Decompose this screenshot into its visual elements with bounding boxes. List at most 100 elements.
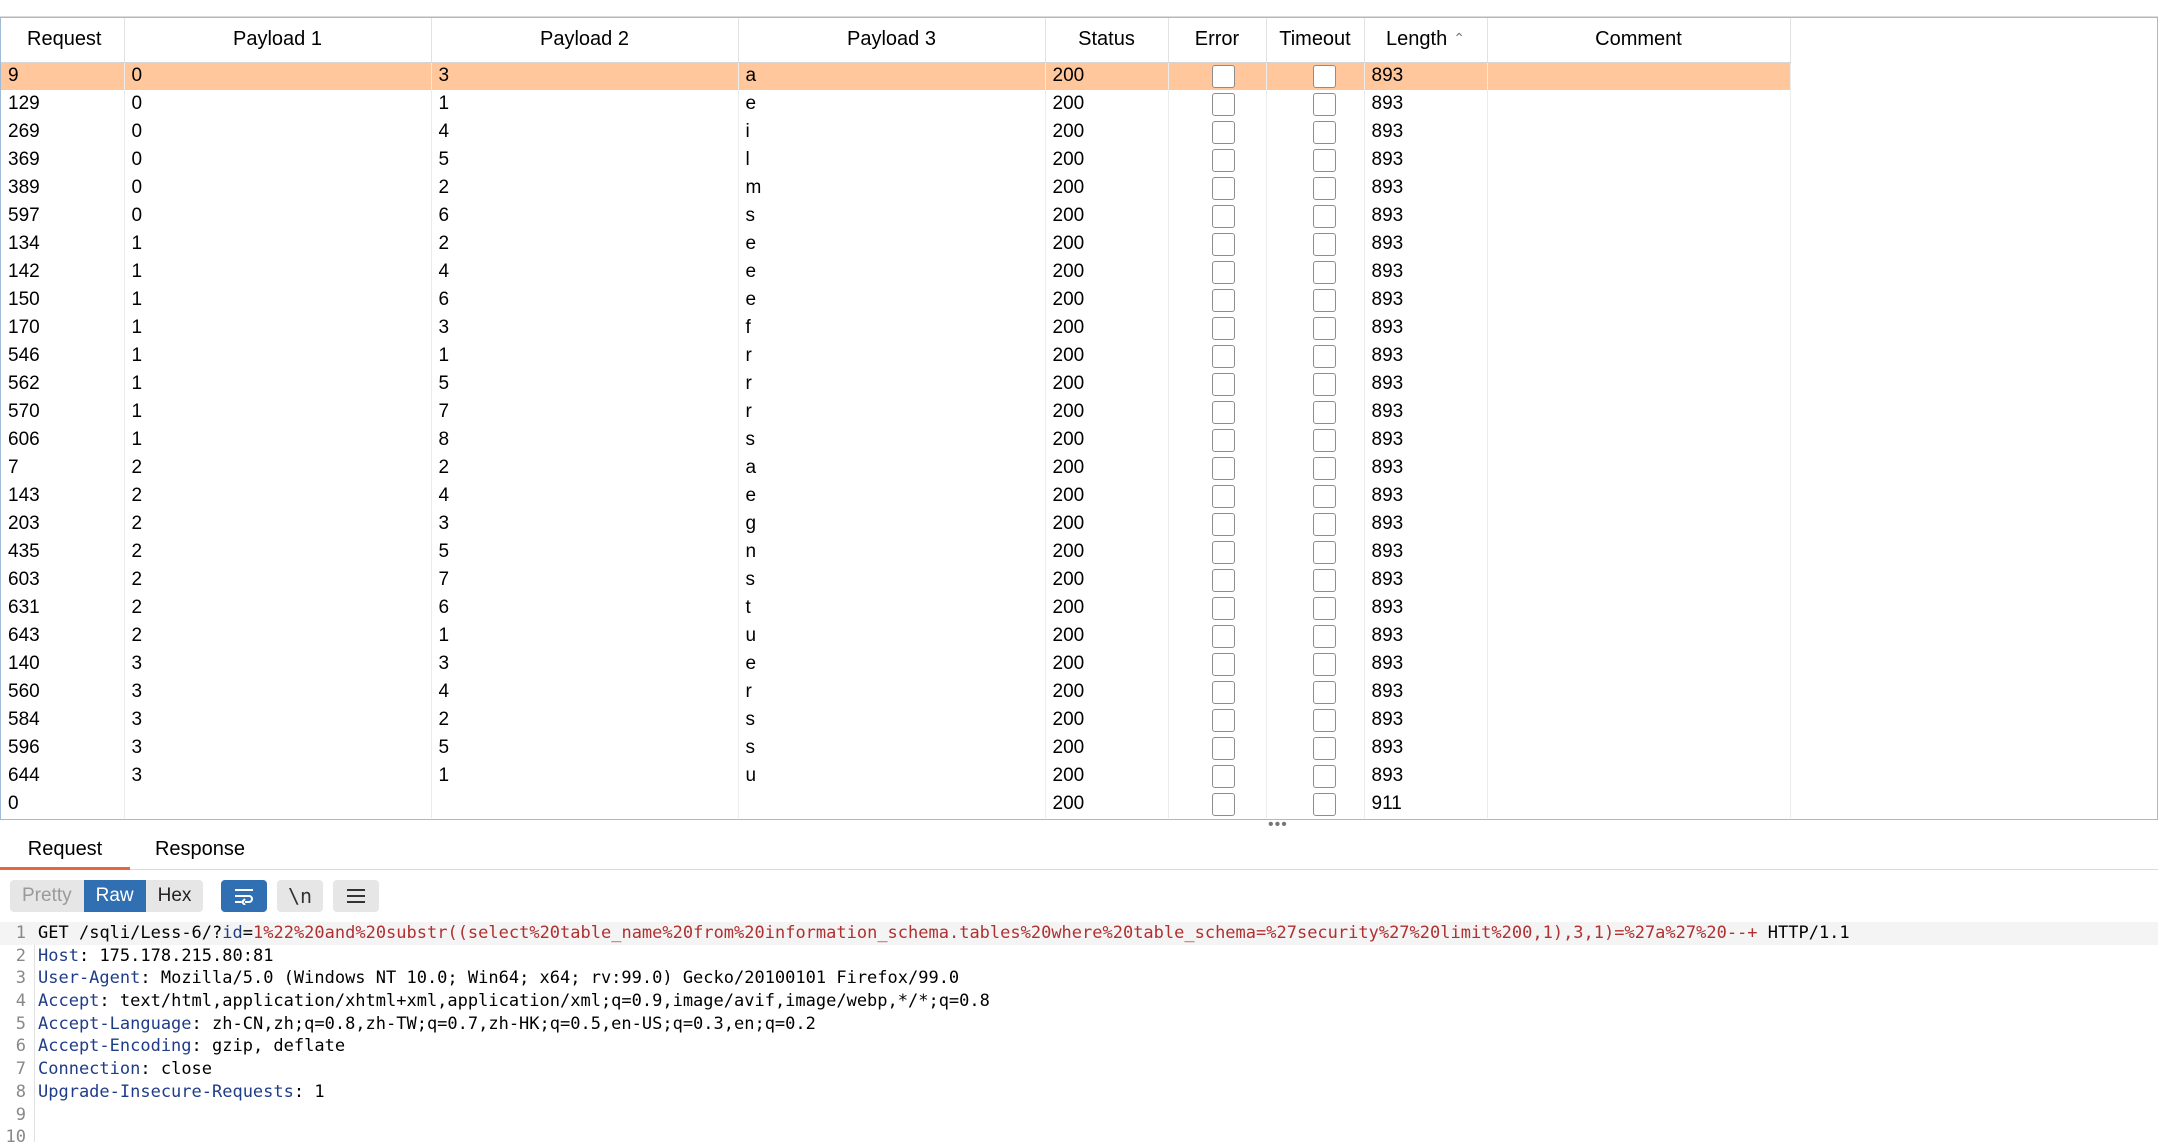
tab-request[interactable]: Request (0, 830, 130, 870)
error-checkbox[interactable] (1211, 316, 1235, 340)
column-header-request[interactable]: Request (1, 18, 125, 63)
timeout-checkbox[interactable] (1312, 568, 1336, 592)
table-row[interactable]: 203 2 3 g 200 893 (1, 510, 1791, 538)
table-row[interactable]: 389 0 2 m 200 893 (1, 174, 1791, 202)
menu-button[interactable] (333, 880, 379, 912)
error-checkbox[interactable] (1211, 344, 1235, 368)
timeout-checkbox[interactable] (1312, 596, 1336, 620)
table-row[interactable]: 9 0 3 a 200 893 (1, 62, 1791, 90)
cell-comment[interactable] (1487, 566, 1791, 594)
cell-comment[interactable] (1487, 706, 1791, 734)
column-header-timeout[interactable]: Timeout (1266, 18, 1365, 63)
error-checkbox[interactable] (1211, 736, 1235, 760)
column-header-length[interactable]: Length ⌃ (1364, 18, 1488, 63)
error-checkbox[interactable] (1211, 764, 1235, 788)
timeout-checkbox[interactable] (1312, 680, 1336, 704)
timeout-checkbox[interactable] (1312, 92, 1336, 116)
column-header-status[interactable]: Status (1045, 18, 1169, 63)
cell-comment[interactable] (1487, 426, 1791, 454)
cell-comment[interactable] (1487, 734, 1791, 762)
error-checkbox[interactable] (1211, 680, 1235, 704)
error-checkbox[interactable] (1211, 232, 1235, 256)
cell-comment[interactable] (1487, 510, 1791, 538)
table-row[interactable]: 129 0 1 e 200 893 (1, 90, 1791, 118)
timeout-checkbox[interactable] (1312, 400, 1336, 424)
timeout-checkbox[interactable] (1312, 344, 1336, 368)
error-checkbox[interactable] (1211, 288, 1235, 312)
error-checkbox[interactable] (1211, 512, 1235, 536)
cell-comment[interactable] (1487, 146, 1791, 174)
table-row[interactable]: 584 3 2 s 200 893 (1, 706, 1791, 734)
cell-comment[interactable] (1487, 230, 1791, 258)
cell-comment[interactable] (1487, 118, 1791, 146)
table-row[interactable]: 7 2 2 a 200 893 (1, 454, 1791, 482)
error-checkbox[interactable] (1211, 92, 1235, 116)
column-header-comment[interactable]: Comment (1487, 18, 1791, 63)
cell-comment[interactable] (1487, 622, 1791, 650)
table-row[interactable]: 134 1 2 e 200 893 (1, 230, 1791, 258)
error-checkbox[interactable] (1211, 596, 1235, 620)
table-row[interactable]: 142 1 4 e 200 893 (1, 258, 1791, 286)
table-row[interactable]: 644 3 1 u 200 893 (1, 762, 1791, 790)
timeout-checkbox[interactable] (1312, 764, 1336, 788)
drag-handle-icon[interactable]: ••• (1268, 817, 1288, 833)
hex-button[interactable]: Hex (146, 880, 204, 912)
column-header-payload-2[interactable]: Payload 2 (431, 18, 739, 63)
word-wrap-button[interactable] (221, 880, 267, 912)
timeout-checkbox[interactable] (1312, 316, 1336, 340)
timeout-checkbox[interactable] (1312, 204, 1336, 228)
timeout-checkbox[interactable] (1312, 288, 1336, 312)
timeout-checkbox[interactable] (1312, 792, 1336, 816)
error-checkbox[interactable] (1211, 792, 1235, 816)
error-checkbox[interactable] (1211, 484, 1235, 508)
column-header-payload-3[interactable]: Payload 3 (738, 18, 1046, 63)
cell-comment[interactable] (1487, 62, 1791, 90)
error-checkbox[interactable] (1211, 400, 1235, 424)
table-row[interactable]: 143 2 4 e 200 893 (1, 482, 1791, 510)
timeout-checkbox[interactable] (1312, 232, 1336, 256)
cell-comment[interactable] (1487, 454, 1791, 482)
timeout-checkbox[interactable] (1312, 372, 1336, 396)
timeout-checkbox[interactable] (1312, 540, 1336, 564)
show-newlines-button[interactable]: \n (277, 880, 323, 912)
timeout-checkbox[interactable] (1312, 708, 1336, 732)
error-checkbox[interactable] (1211, 456, 1235, 480)
table-row[interactable]: 546 1 1 r 200 893 (1, 342, 1791, 370)
error-checkbox[interactable] (1211, 372, 1235, 396)
raw-button[interactable]: Raw (83, 880, 146, 912)
timeout-checkbox[interactable] (1312, 484, 1336, 508)
timeout-checkbox[interactable] (1312, 260, 1336, 284)
cell-comment[interactable] (1487, 90, 1791, 118)
error-checkbox[interactable] (1211, 260, 1235, 284)
table-row[interactable]: 597 0 6 s 200 893 (1, 202, 1791, 230)
table-row[interactable]: 369 0 5 l 200 893 (1, 146, 1791, 174)
raw-request-editor[interactable]: 1 GET /sqli/Less-6/?id=1%22%20and%20subst… (0, 922, 2158, 1142)
cell-comment[interactable] (1487, 650, 1791, 678)
error-checkbox[interactable] (1211, 652, 1235, 676)
timeout-checkbox[interactable] (1312, 148, 1336, 172)
timeout-checkbox[interactable] (1312, 64, 1336, 88)
column-header-payload-1[interactable]: Payload 1 (124, 18, 432, 63)
table-row[interactable]: 435 2 5 n 200 893 (1, 538, 1791, 566)
timeout-checkbox[interactable] (1312, 624, 1336, 648)
cell-comment[interactable] (1487, 762, 1791, 790)
table-row[interactable]: 631 2 6 t 200 893 (1, 594, 1791, 622)
error-checkbox[interactable] (1211, 120, 1235, 144)
error-checkbox[interactable] (1211, 568, 1235, 592)
cell-comment[interactable] (1487, 202, 1791, 230)
error-checkbox[interactable] (1211, 204, 1235, 228)
error-checkbox[interactable] (1211, 428, 1235, 452)
timeout-checkbox[interactable] (1312, 736, 1336, 760)
cell-comment[interactable] (1487, 286, 1791, 314)
timeout-checkbox[interactable] (1312, 176, 1336, 200)
timeout-checkbox[interactable] (1312, 512, 1336, 536)
table-row[interactable]: 140 3 3 e 200 893 (1, 650, 1791, 678)
cell-comment[interactable] (1487, 482, 1791, 510)
cell-comment[interactable] (1487, 678, 1791, 706)
tab-response[interactable]: Response (140, 830, 260, 870)
error-checkbox[interactable] (1211, 624, 1235, 648)
cell-comment[interactable] (1487, 314, 1791, 342)
timeout-checkbox[interactable] (1312, 120, 1336, 144)
error-checkbox[interactable] (1211, 64, 1235, 88)
table-row[interactable]: 560 3 4 r 200 893 (1, 678, 1791, 706)
